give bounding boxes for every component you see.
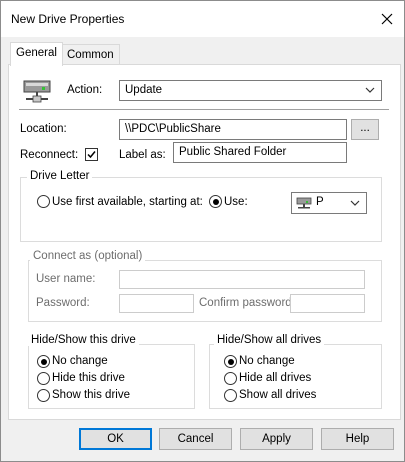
hide-this-drive-label: Hide this drive — [52, 372, 125, 384]
password-input[interactable] — [119, 294, 194, 313]
location-input[interactable]: \\PDC\PublicShare — [119, 119, 347, 140]
username-input[interactable] — [119, 270, 365, 289]
checkmark-icon — [87, 151, 96, 159]
chevron-down-icon — [365, 87, 375, 93]
network-drive-icon — [23, 80, 51, 103]
use-drive-radio[interactable] — [209, 195, 222, 208]
drive-no-change-label: No change — [52, 355, 108, 367]
apply-button[interactable]: Apply — [240, 428, 313, 450]
hide-all-drives-radio[interactable] — [224, 372, 237, 385]
divider — [19, 109, 389, 110]
drive-no-change-radio[interactable] — [37, 355, 50, 368]
tab-common[interactable]: Common — [61, 44, 120, 66]
tab-general[interactable]: General — [10, 42, 63, 66]
action-value: Update — [125, 84, 163, 96]
first-available-radio[interactable] — [37, 195, 50, 208]
reconnect-checkbox[interactable] — [85, 148, 98, 161]
connect-as-title: Connect as (optional) — [30, 250, 146, 262]
action-label: Action: — [67, 84, 103, 96]
all-no-change-label: No change — [239, 355, 295, 367]
dialog-window: New Drive Properties General Common Acti… — [0, 0, 405, 462]
network-drive-icon — [296, 197, 312, 209]
window-title: New Drive Properties — [11, 12, 125, 26]
general-tab-panel: Action: Update Location: \\PDC\PublicSha… — [8, 64, 401, 420]
username-label: User name: — [36, 273, 96, 285]
close-icon — [381, 13, 393, 25]
hide-show-all-title: Hide/Show all drives — [214, 334, 325, 346]
help-button[interactable]: Help — [321, 428, 394, 450]
all-no-change-radio[interactable] — [224, 355, 237, 368]
cancel-button[interactable]: Cancel — [159, 428, 232, 450]
first-available-label: Use first available, starting at: — [52, 196, 203, 208]
show-all-drives-radio[interactable] — [224, 389, 237, 402]
drive-letter-title: Drive Letter — [27, 170, 93, 182]
chevron-down-icon — [350, 200, 360, 206]
confirm-password-label: Confirm password: — [199, 297, 295, 309]
action-dropdown[interactable]: Update — [119, 80, 382, 101]
password-label: Password: — [36, 297, 90, 309]
drive-letter-dropdown[interactable]: P — [291, 192, 367, 214]
reconnect-label: Reconnect: — [20, 149, 79, 161]
label-as-label: Label as: — [119, 149, 166, 161]
browse-button[interactable]: ... — [351, 119, 379, 140]
show-this-drive-label: Show this drive — [52, 389, 130, 401]
close-button[interactable] — [375, 7, 399, 31]
hide-this-drive-radio[interactable] — [37, 372, 50, 385]
ok-button[interactable]: OK — [79, 428, 152, 450]
hide-show-drive-title: Hide/Show this drive — [28, 334, 139, 346]
location-label: Location: — [20, 123, 67, 135]
label-as-input[interactable]: Public Shared Folder — [173, 142, 347, 163]
show-all-drives-label: Show all drives — [239, 389, 317, 401]
confirm-password-input[interactable] — [290, 294, 365, 313]
show-this-drive-radio[interactable] — [37, 389, 50, 402]
use-label: Use: — [224, 196, 248, 208]
title-bar: New Drive Properties — [1, 1, 404, 37]
drive-letter-value: P — [316, 196, 324, 208]
hide-all-drives-label: Hide all drives — [239, 372, 312, 384]
